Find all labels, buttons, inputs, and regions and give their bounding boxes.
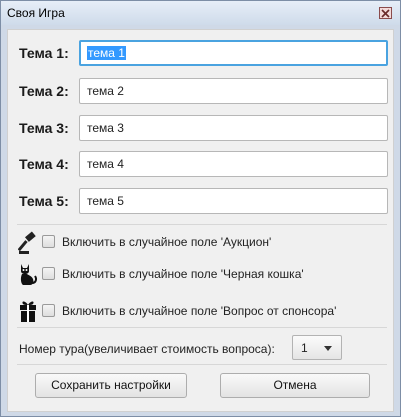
topic-value: тема 2 <box>87 84 124 98</box>
topic-row-2: Тема 2: тема 2 <box>19 78 388 104</box>
tour-number-label: Номер тура(увеличивает стоимость вопроса… <box>19 342 275 356</box>
topic-3-input[interactable]: тема 3 <box>79 115 388 141</box>
topic-label: Тема 4: <box>19 156 69 172</box>
chevron-down-icon <box>324 346 332 351</box>
black-cat-icon <box>20 264 37 285</box>
tour-number-select[interactable]: 1 <box>292 335 342 360</box>
close-icon <box>381 8 390 18</box>
topic-value: тема 4 <box>87 157 124 171</box>
tour-number-value: 1 <box>301 341 308 355</box>
topic-label: Тема 2: <box>19 83 69 99</box>
window-title: Своя Игра <box>7 6 65 20</box>
gift-icon <box>20 301 36 322</box>
settings-window: Своя Игра Тема 1: тема 1 Тема 2: тема 2 … <box>0 0 401 417</box>
auction-option-label: Включить в случайное поле 'Аукцион' <box>62 235 272 249</box>
title-bar: Своя Игра <box>1 1 400 25</box>
topic-5-input[interactable]: тема 5 <box>79 188 388 214</box>
topic-label: Тема 3: <box>19 120 69 136</box>
black-cat-option-label: Включить в случайное поле 'Черная кошка' <box>62 267 304 281</box>
topic-value: тема 3 <box>87 121 124 135</box>
gavel-icon <box>18 231 36 254</box>
dialog-content: Тема 1: тема 1 Тема 2: тема 2 Тема 3: те… <box>7 29 394 412</box>
topic-label: Тема 1: <box>19 45 69 61</box>
sponsor-checkbox[interactable] <box>42 304 55 317</box>
sponsor-option-label: Включить в случайное поле 'Вопрос от спо… <box>62 304 337 318</box>
topic-row-5: Тема 5: тема 5 <box>19 188 388 214</box>
option-black-cat: Включить в случайное поле 'Черная кошка' <box>18 261 388 287</box>
topic-row-1: Тема 1: тема 1 <box>19 40 388 66</box>
separator <box>17 327 387 328</box>
separator <box>17 224 387 225</box>
topic-1-input[interactable]: тема 1 <box>79 40 388 66</box>
topic-value: тема 5 <box>87 194 124 208</box>
close-button[interactable] <box>379 7 392 19</box>
option-sponsor: Включить в случайное поле 'Вопрос от спо… <box>18 298 388 324</box>
topic-row-3: Тема 3: тема 3 <box>19 115 388 141</box>
topic-4-input[interactable]: тема 4 <box>79 151 388 177</box>
topic-value: тема 1 <box>87 46 126 60</box>
topic-row-4: Тема 4: тема 4 <box>19 151 388 177</box>
cancel-button[interactable]: Отмена <box>220 373 370 398</box>
auction-checkbox[interactable] <box>42 235 55 248</box>
separator <box>17 364 387 365</box>
topic-label: Тема 5: <box>19 193 69 209</box>
save-settings-button[interactable]: Сохранить настройки <box>35 373 187 398</box>
topic-2-input[interactable]: тема 2 <box>79 78 388 104</box>
option-auction: Включить в случайное поле 'Аукцион' <box>18 229 388 255</box>
black-cat-checkbox[interactable] <box>42 267 55 280</box>
